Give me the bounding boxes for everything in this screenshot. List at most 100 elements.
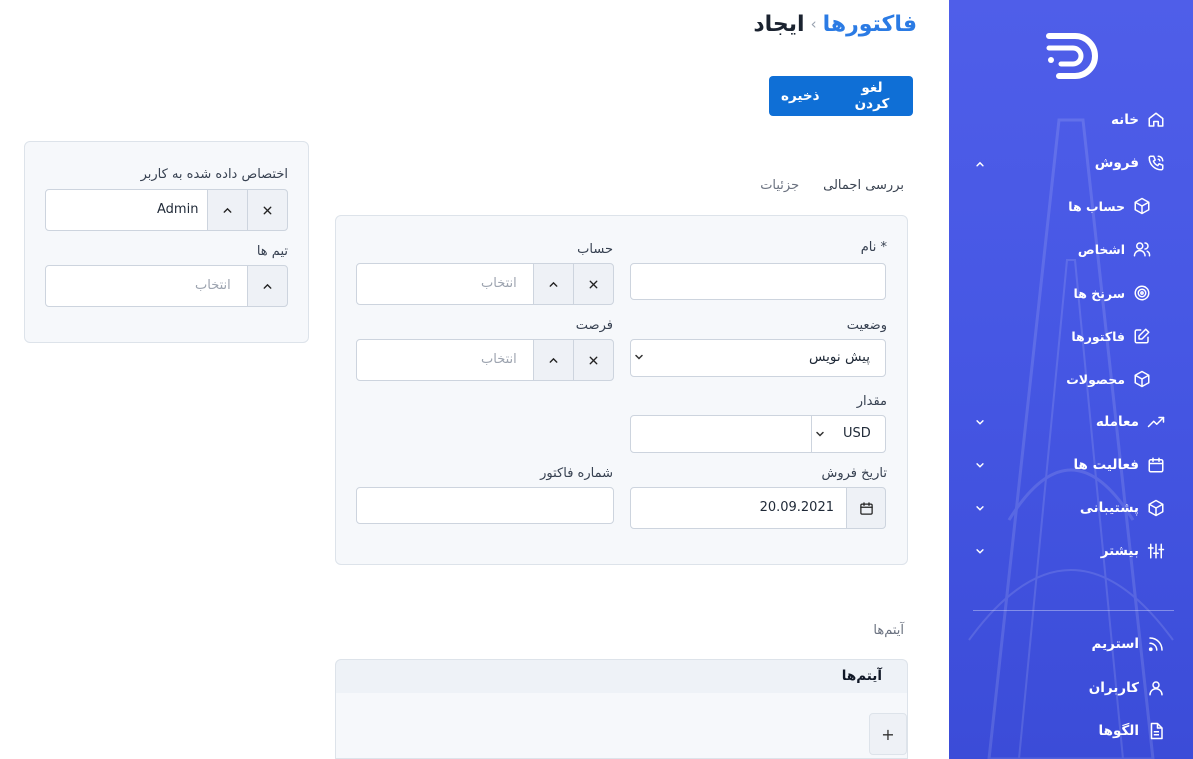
chevron-down-icon [816,431,824,437]
user-icon [1149,681,1163,696]
assigned-user-value: Admin [157,202,199,217]
chevron-down-icon[interactable] [973,544,987,558]
sidebar-item-sales[interactable]: فروش [1095,148,1165,178]
invoice-number-label: شماره فاکتور [540,466,613,481]
items-panel-title: آیتم‌ها [841,668,882,684]
document-icon [1150,722,1163,740]
invoice-number-input[interactable] [356,487,614,524]
action-button-group: لغو کردن ذخیره [769,76,913,116]
cube-icon [1134,197,1150,215]
amount-input[interactable] [630,415,812,453]
sidebar-item-more[interactable]: بیشتر [1101,536,1165,566]
phone-icon [1148,155,1164,171]
sidebar-item-leads[interactable]: سرنخ ها [1074,278,1151,308]
account-label: حساب [577,242,613,257]
sidebar-item-support[interactable]: پشتیبانی [1080,493,1165,523]
sliders-icon [1147,543,1165,559]
account-clear-button[interactable] [573,263,614,305]
opportunity-label: فرصت [575,318,613,333]
sidebar-item-label: سرنخ ها [1073,285,1125,301]
sidebar-item-label: فعالیت ها [1073,457,1139,473]
sidebar-item-products[interactable]: محصولات [1066,364,1151,394]
date-invoiced-label: تاریخ فروش [821,466,887,481]
account-placeholder: انتخاب [481,276,517,291]
sidebar-divider [973,610,1174,611]
users-icon [1133,242,1151,257]
items-section-label: آیتم‌ها [873,623,904,638]
chevron-up-icon [549,281,558,287]
calendar-icon [859,501,873,515]
teams-placeholder: انتخاب [195,278,231,293]
sidebar-item-label: فروش [1094,155,1139,171]
chevron-down-icon[interactable] [973,458,987,472]
chevron-up-icon[interactable] [973,157,987,171]
sidebar-item-users[interactable]: کاربران [1089,673,1165,703]
sidebar-item-invoices[interactable]: فاکتورها [1071,321,1151,351]
account-up-button[interactable] [533,263,574,305]
status-value: پیش نویس [808,349,870,365]
chevron-down-icon[interactable] [973,501,987,515]
close-icon [263,206,272,214]
sidebar-item-templates[interactable]: الگوها [1099,716,1165,746]
sidebar-item-accounts[interactable]: حساب ها [1068,191,1151,221]
tab-overview[interactable]: بررسی اجمالی [823,178,904,193]
name-label: نام * [860,240,887,255]
chevron-up-icon [223,207,232,213]
chevron-down-icon [635,354,643,360]
sidebar-item-label: خانه [1110,112,1139,128]
add-item-button[interactable]: + [869,713,907,755]
date-invoiced-value: 20.09.2021 [759,500,834,515]
amount-label: مقدار [856,394,887,409]
save-button[interactable]: ذخیره [769,76,831,116]
breadcrumb-separator: › [810,15,817,33]
cube-icon [1134,370,1150,388]
items-panel-body: + [335,693,908,759]
assigned-user-up-button[interactable] [207,189,248,231]
sidebar-item-label: الگوها [1098,723,1139,739]
sidebar-item-stream[interactable]: استریم [1092,629,1165,659]
chevron-down-icon[interactable] [973,415,987,429]
target-icon [1134,285,1150,301]
teams-up-button[interactable] [247,265,288,307]
trending-up-icon [1147,416,1165,428]
chevron-up-icon [549,357,558,363]
rss-icon [1148,637,1163,652]
breadcrumb-invoices-link[interactable]: فاکتورها [823,12,917,37]
sidebar-item-activities[interactable]: فعالیت ها [1073,450,1165,480]
date-picker-button[interactable] [846,487,886,529]
tabs: بررسی اجمالی جزئیات [760,178,904,193]
home-icon [1148,112,1164,127]
edit-icon [1134,328,1150,344]
sidebar-item-label: اشخاص [1077,241,1125,257]
chevron-up-icon [263,283,272,289]
sidebar-item-contacts[interactable]: اشخاص [1078,234,1151,264]
sidebar-item-label: حساب ها [1068,198,1125,214]
opportunity-clear-button[interactable] [573,339,614,381]
sidebar-item-deals[interactable]: معامله [1096,407,1165,437]
close-icon [589,356,598,364]
sidebar-item-label: بیشتر [1100,543,1139,559]
sidebar-item-home[interactable]: خانه [1111,105,1165,135]
currency-value: USD [843,426,871,441]
breadcrumb: فاکتورها › ایجاد [753,8,917,40]
cancel-button[interactable]: لغو کردن [831,76,913,116]
app-logo-icon [1046,33,1098,79]
assigned-user-clear-button[interactable] [247,189,288,231]
opportunity-up-button[interactable] [533,339,574,381]
page-title: ایجاد [753,11,805,37]
sidebar: خانه فروش حساب ها اشخاص سرنخ ها فاکتورها… [949,0,1193,759]
sidebar-item-label: استریم [1091,636,1139,652]
status-label: وضعیت [846,318,887,333]
cube-icon [1148,499,1164,517]
close-icon [589,280,598,288]
tab-details[interactable]: جزئیات [760,178,799,193]
items-panel-header: آیتم‌ها [335,659,908,693]
sidebar-item-label: محصولات [1066,371,1125,387]
teams-label: تیم ها [256,244,288,259]
opportunity-placeholder: انتخاب [481,352,517,367]
sidebar-item-label: فاکتورها [1071,328,1125,344]
sidebar-item-label: کاربران [1088,680,1139,696]
calendar-icon [1148,457,1164,473]
name-input[interactable] [630,263,886,300]
sidebar-item-label: معامله [1095,414,1139,430]
